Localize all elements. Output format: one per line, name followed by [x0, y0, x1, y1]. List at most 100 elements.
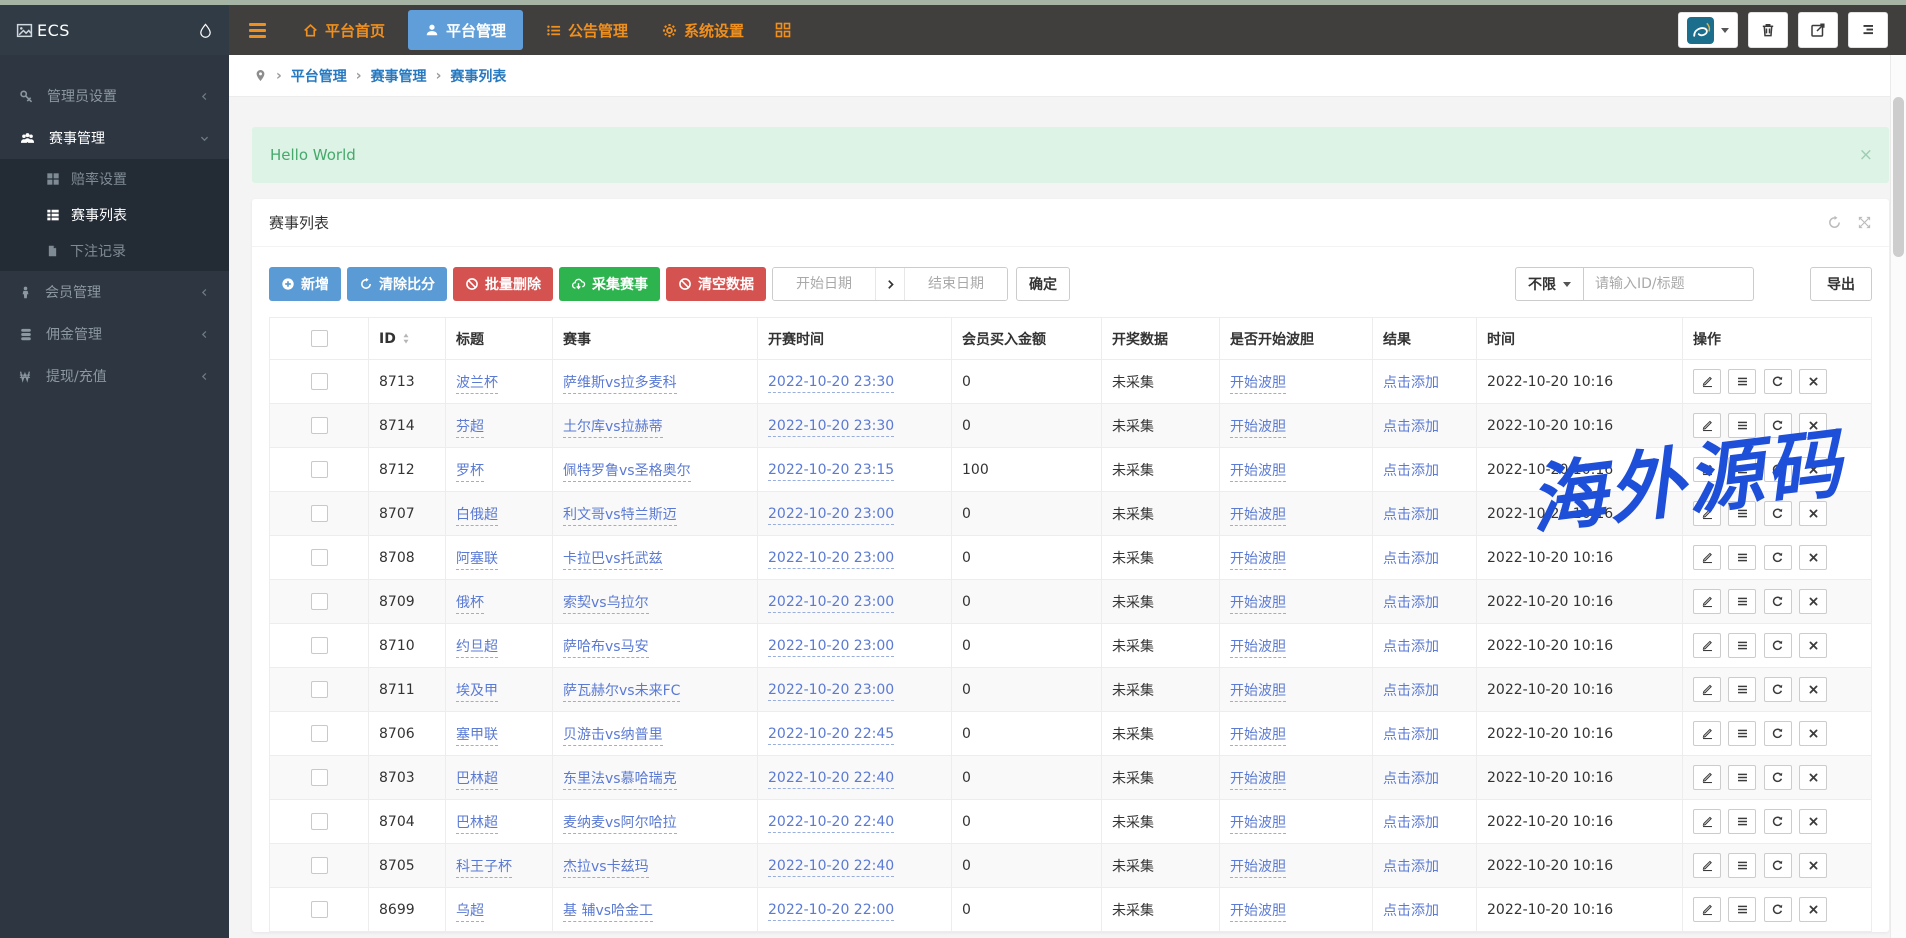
- row-checkbox[interactable]: [310, 505, 328, 522]
- row-odds-list-button[interactable]: [1728, 809, 1757, 834]
- match-link[interactable]: 杰拉vs卡兹玛: [563, 858, 649, 878]
- nav-item-platform-manage[interactable]: 平台管理: [408, 10, 524, 50]
- match-link[interactable]: 麦纳麦vs阿尔哈拉: [563, 814, 677, 834]
- row-refresh-button[interactable]: [1763, 589, 1792, 614]
- breadcrumb-item-platform-manage[interactable]: 平台管理: [291, 66, 347, 86]
- match-link[interactable]: 贝游击vs纳普里: [563, 726, 663, 746]
- user-avatar-dropdown[interactable]: [1678, 12, 1738, 48]
- row-edit-button[interactable]: [1693, 853, 1721, 878]
- row-refresh-button[interactable]: [1763, 765, 1792, 790]
- breadcrumb-item-match-list[interactable]: 赛事列表: [450, 66, 506, 86]
- start-bodan-link[interactable]: 开始波胆: [1230, 726, 1286, 746]
- league-link[interactable]: 科王子杯: [456, 858, 512, 878]
- sidebar-item-member-manage[interactable]: 会员管理: [0, 271, 229, 313]
- add-result-link[interactable]: 点击添加: [1383, 463, 1439, 479]
- row-edit-button[interactable]: [1693, 545, 1721, 570]
- empty-data-button[interactable]: 清空数据: [666, 267, 766, 301]
- row-checkbox[interactable]: [310, 901, 328, 918]
- sidebar-item-match-manage[interactable]: 赛事管理: [0, 117, 229, 159]
- start-bodan-link[interactable]: 开始波胆: [1230, 902, 1286, 922]
- start-bodan-link[interactable]: 开始波胆: [1230, 682, 1286, 702]
- row-checkbox[interactable]: [310, 681, 328, 698]
- row-refresh-button[interactable]: [1763, 677, 1792, 702]
- row-checkbox[interactable]: [310, 769, 328, 786]
- start-time-link[interactable]: 2022-10-20 23:00: [768, 549, 895, 569]
- row-refresh-button[interactable]: [1763, 721, 1792, 746]
- start-bodan-link[interactable]: 开始波胆: [1230, 550, 1286, 570]
- add-result-link[interactable]: 点击添加: [1383, 859, 1439, 875]
- add-result-link[interactable]: 点击添加: [1383, 639, 1439, 655]
- row-edit-button[interactable]: [1693, 897, 1721, 922]
- league-link[interactable]: 白俄超: [456, 506, 498, 526]
- row-odds-list-button[interactable]: [1728, 765, 1757, 790]
- row-refresh-button[interactable]: [1763, 545, 1792, 570]
- row-odds-list-button[interactable]: [1728, 721, 1757, 746]
- start-time-link[interactable]: 2022-10-20 23:00: [768, 505, 895, 525]
- breadcrumb-item-match-manage[interactable]: 赛事管理: [371, 66, 427, 86]
- match-link[interactable]: 萨哈布vs马安: [563, 638, 649, 658]
- nav-item-system-settings[interactable]: 系统设置: [645, 5, 761, 55]
- row-refresh-button[interactable]: [1763, 413, 1792, 438]
- col-header-id[interactable]: ID: [368, 317, 446, 360]
- row-delete-button[interactable]: [1799, 589, 1828, 614]
- row-checkbox[interactable]: [310, 417, 328, 434]
- add-result-link[interactable]: 点击添加: [1383, 771, 1439, 787]
- row-delete-button[interactable]: [1799, 853, 1828, 878]
- add-result-link[interactable]: 点击添加: [1383, 595, 1439, 611]
- start-bodan-link[interactable]: 开始波胆: [1230, 770, 1286, 790]
- row-delete-button[interactable]: [1799, 633, 1828, 658]
- sidebar-item-match-list[interactable]: 赛事列表: [0, 197, 229, 233]
- row-odds-list-button[interactable]: [1728, 369, 1757, 394]
- add-result-link[interactable]: 点击添加: [1383, 375, 1439, 391]
- row-checkbox[interactable]: [310, 725, 328, 742]
- start-time-link[interactable]: 2022-10-20 23:15: [768, 461, 895, 481]
- league-link[interactable]: 芬超: [456, 418, 484, 438]
- confirm-button[interactable]: 确定: [1016, 267, 1070, 301]
- nav-grid-apps-icon[interactable]: [761, 22, 805, 38]
- row-delete-button[interactable]: [1799, 545, 1828, 570]
- row-checkbox[interactable]: [310, 549, 328, 566]
- match-link[interactable]: 土尔库vs拉赫蒂: [563, 418, 663, 438]
- row-edit-button[interactable]: [1693, 501, 1721, 526]
- sidebar-item-commission-manage[interactable]: 佣金管理: [0, 313, 229, 355]
- droplet-icon[interactable]: [198, 22, 213, 39]
- start-bodan-link[interactable]: 开始波胆: [1230, 506, 1286, 526]
- expand-icon[interactable]: [1857, 215, 1872, 230]
- row-odds-list-button[interactable]: [1728, 853, 1757, 878]
- match-link[interactable]: 利文哥vs特兰斯迈: [563, 506, 677, 526]
- start-bodan-link[interactable]: 开始波胆: [1230, 638, 1286, 658]
- row-refresh-button[interactable]: [1763, 457, 1792, 482]
- row-checkbox[interactable]: [310, 373, 328, 390]
- league-link[interactable]: 俄杯: [456, 594, 484, 614]
- row-delete-button[interactable]: [1799, 809, 1828, 834]
- row-checkbox[interactable]: [310, 593, 328, 610]
- row-odds-list-button[interactable]: [1728, 457, 1757, 482]
- row-delete-button[interactable]: [1799, 897, 1828, 922]
- league-link[interactable]: 波兰杯: [456, 374, 498, 394]
- sidebar-toggle-hamburger-icon[interactable]: [229, 22, 286, 38]
- row-odds-list-button[interactable]: [1728, 677, 1757, 702]
- row-refresh-button[interactable]: [1763, 897, 1792, 922]
- start-time-link[interactable]: 2022-10-20 22:00: [768, 901, 895, 921]
- league-link[interactable]: 约旦超: [456, 638, 498, 658]
- row-edit-button[interactable]: [1693, 457, 1721, 482]
- sidebar-item-withdraw-deposit[interactable]: 提现/充值: [0, 355, 229, 397]
- match-link[interactable]: 萨瓦赫尔vs未来FC: [563, 682, 681, 702]
- row-edit-button[interactable]: [1693, 765, 1721, 790]
- match-link[interactable]: 基 辅vs哈金工: [563, 902, 654, 922]
- select-all-checkbox[interactable]: [310, 330, 328, 347]
- add-result-link[interactable]: 点击添加: [1383, 903, 1439, 919]
- row-odds-list-button[interactable]: [1728, 501, 1757, 526]
- start-time-link[interactable]: 2022-10-20 23:00: [768, 593, 895, 613]
- trash-button[interactable]: [1748, 12, 1788, 48]
- start-time-link[interactable]: 2022-10-20 22:40: [768, 769, 895, 789]
- add-button[interactable]: 新增: [269, 267, 341, 301]
- edit-window-button[interactable]: [1798, 12, 1838, 48]
- start-time-link[interactable]: 2022-10-20 22:45: [768, 725, 895, 745]
- league-link[interactable]: 巴林超: [456, 814, 498, 834]
- match-link[interactable]: 萨维斯vs拉多麦科: [563, 374, 677, 394]
- row-odds-list-button[interactable]: [1728, 413, 1757, 438]
- row-checkbox[interactable]: [310, 461, 328, 478]
- add-result-link[interactable]: 点击添加: [1383, 507, 1439, 523]
- refresh-icon[interactable]: [1827, 215, 1842, 230]
